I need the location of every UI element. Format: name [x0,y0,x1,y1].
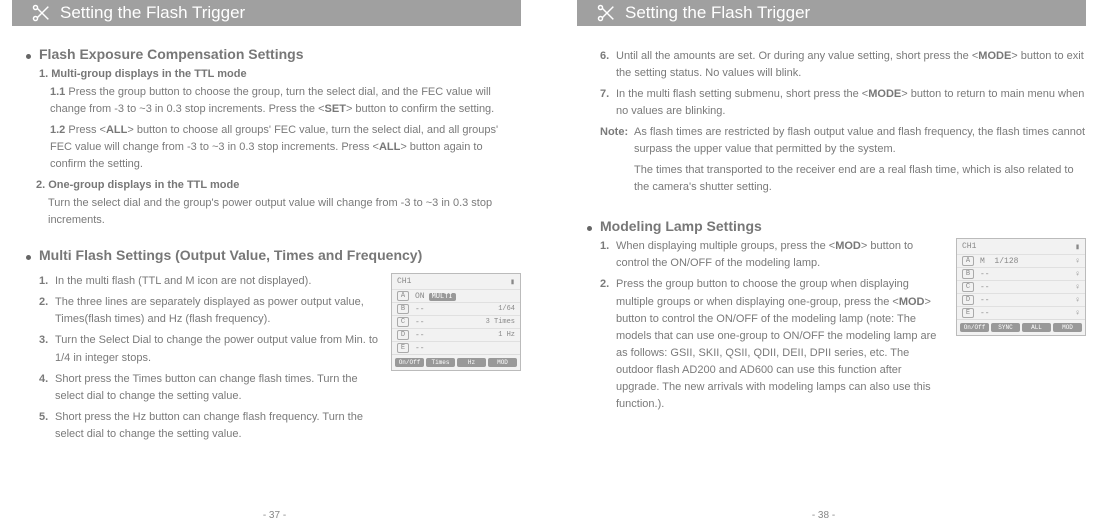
lamp-icon: ♀ [1075,296,1080,305]
modeling-step-2: 2. Press the group button to choose the … [600,276,946,412]
lcd-modeling: CH1▮ AM 1/128♀ B--♀ C--♀ D--♀ E--♀ On/Of… [956,238,1086,336]
lamp-icon: ♀ [1075,309,1080,318]
header-title: Setting the Flash Trigger [60,3,245,23]
lcd-btn: MOD [1053,323,1082,332]
lcd-btn: SYNC [991,323,1020,332]
lcd-btn: ALL [1022,323,1051,332]
header-title: Setting the Flash Trigger [625,3,810,23]
fec-section: Flash Exposure Compensation Settings 1. … [26,46,521,229]
right-content: 6. Until all the amounts are set. Or dur… [577,26,1086,413]
lamp-icon: ♀ [1075,270,1080,279]
multi-flash-title: Multi Flash Settings (Output Value, Time… [39,247,422,263]
fec-title: Flash Exposure Compensation Settings [39,46,304,62]
lcd-multi-flash: CH1▮ AONMULTI B--1/64 C--3 Times D--1 Hz… [391,273,521,371]
fec-sub2: 2. One-group displays in the TTL mode [36,179,521,191]
bullet-icon [26,54,31,59]
fec-1-2: 1.2 Press <ALL> button to choose all gro… [50,122,521,173]
continued-steps: 6. Until all the amounts are set. Or dur… [587,48,1086,196]
modeling-steps: 1. When displaying multiple groups, pres… [587,234,946,412]
page-spread: Setting the Flash Trigger Flash Exposure… [0,0,1098,527]
step-6: 6. Until all the amounts are set. Or dur… [600,48,1086,82]
step-1: 1. In the multi flash (TTL and M icon ar… [39,273,381,290]
page-37: Setting the Flash Trigger Flash Exposure… [0,0,549,527]
section-header-left: Setting the Flash Trigger [12,0,521,26]
note-cont: The times that transported to the receiv… [600,162,1086,196]
scissors-icon [30,2,52,24]
multi-flash-steps: 1. In the multi flash (TTL and M icon ar… [26,269,381,442]
step-3: 3. Turn the Select Dial to change the po… [39,332,381,366]
lcd-btn: MOD [488,358,517,367]
lcd-btn: Hz [457,358,486,367]
lcd-btn: On/Off [395,358,424,367]
left-content: Flash Exposure Compensation Settings 1. … [12,26,521,443]
step-5: 5. Short press the Hz button can change … [39,409,381,443]
page-38: Setting the Flash Trigger 6. Until all t… [549,0,1098,527]
modeling-title: Modeling Lamp Settings [600,218,762,234]
fec-sub1: 1. Multi-group displays in the TTL mode [39,68,521,80]
page-number: - 37 - [0,510,549,521]
page-number: - 38 - [549,510,1098,521]
fec-2-body: Turn the select dial and the group's pow… [48,195,521,229]
step-4: 4. Short press the Times button can chan… [39,371,381,405]
bullet-icon [587,226,592,231]
battery-icon: ▮ [1075,242,1080,252]
step-7: 7. In the multi flash setting submenu, s… [600,86,1086,120]
lamp-icon: ♀ [1075,257,1080,266]
note: Note: As flash times are restricted by f… [600,124,1086,158]
modeling-section: Modeling Lamp Settings 1. When displayin… [587,218,1086,412]
multi-flash-section: Multi Flash Settings (Output Value, Time… [26,247,521,442]
section-header-right: Setting the Flash Trigger [577,0,1086,26]
lcd-btn: Times [426,358,455,367]
modeling-step-1: 1. When displaying multiple groups, pres… [600,238,946,272]
lcd-btn: On/Off [960,323,989,332]
step-2: 2. The three lines are separately displa… [39,294,381,328]
bullet-icon [26,255,31,260]
lamp-icon: ♀ [1075,283,1080,292]
scissors-icon [595,2,617,24]
fec-1-1: 1.1 Press the group button to choose the… [50,84,521,118]
battery-icon: ▮ [510,277,515,287]
